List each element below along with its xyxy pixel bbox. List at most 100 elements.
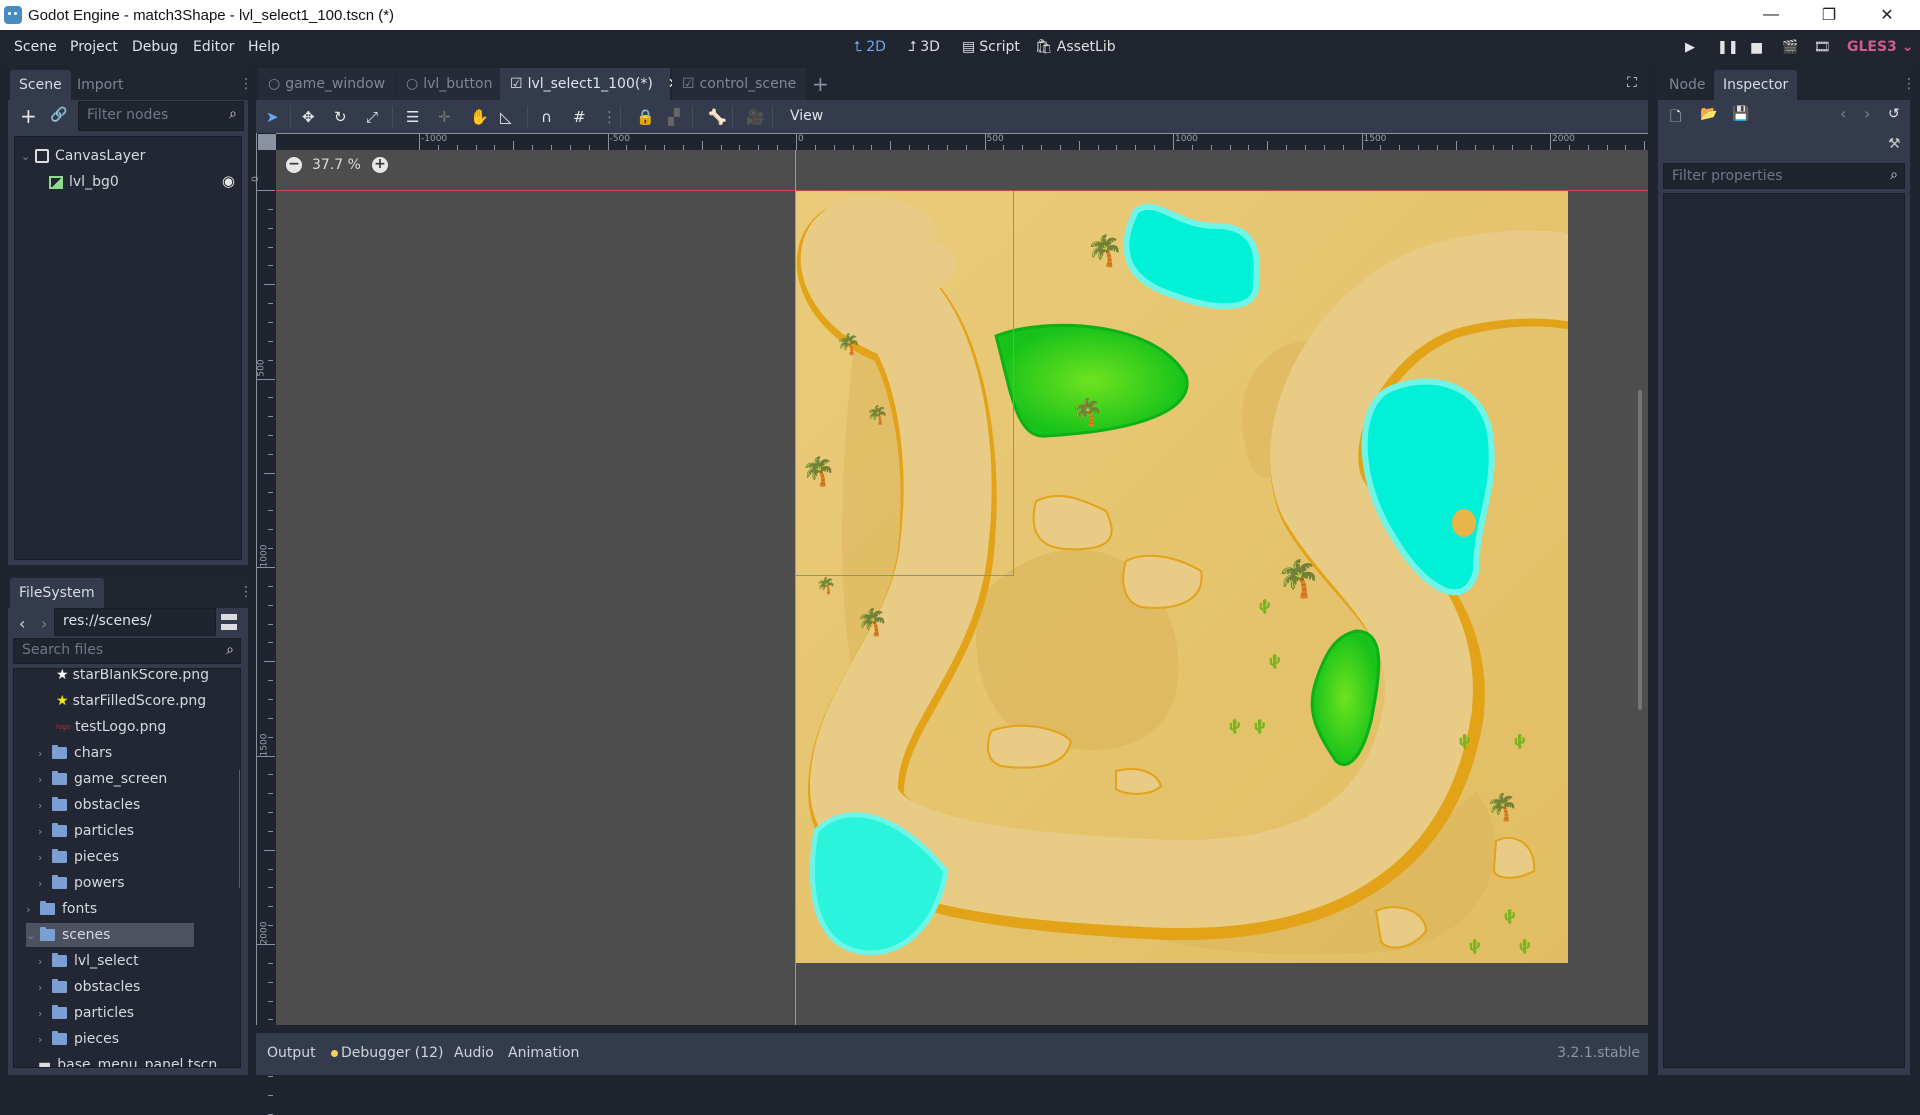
- stop-button[interactable]: ■: [1750, 40, 1763, 56]
- menu-project[interactable]: Project: [70, 39, 118, 55]
- chevron-right-icon[interactable]: ›: [38, 773, 52, 786]
- file-item[interactable]: › obstacles: [38, 975, 140, 999]
- chevron-right-icon[interactable]: ›: [38, 877, 52, 890]
- dock-menu-icon[interactable]: ⋮: [239, 76, 253, 92]
- chevron-right-icon[interactable]: ›: [38, 1033, 52, 1046]
- file-item[interactable]: › pieces: [38, 845, 119, 869]
- pause-button[interactable]: ❚❚: [1717, 40, 1739, 55]
- tab-node[interactable]: Node: [1660, 70, 1715, 100]
- add-node-button[interactable]: +: [20, 104, 37, 128]
- file-item[interactable]: › lvl_select: [38, 949, 139, 973]
- ruler-tool-icon[interactable]: ◺: [500, 108, 512, 126]
- play-button[interactable]: ▶: [1685, 40, 1695, 55]
- maximize-button[interactable]: ❐: [1806, 0, 1852, 30]
- select-tool-icon[interactable]: ➤: [266, 108, 279, 126]
- chevron-right-icon[interactable]: ›: [26, 903, 40, 916]
- view-menu[interactable]: View: [790, 108, 823, 124]
- filter-nodes-input[interactable]: Filter nodes ⌕: [78, 101, 244, 131]
- tab-output[interactable]: Output: [267, 1045, 316, 1061]
- play-custom-scene-button[interactable]: 🎞: [1814, 40, 1831, 55]
- snap-options-icon[interactable]: ⋮: [602, 108, 617, 126]
- workspace-assetlib-button[interactable]: 🛍 AssetLib: [1035, 39, 1116, 55]
- tab-lvl-select1-100[interactable]: ☑lvl_select1_100(*)✕: [500, 68, 680, 100]
- chevron-right-icon[interactable]: ›: [38, 747, 52, 760]
- vertical-scrollbar[interactable]: [1638, 390, 1642, 710]
- file-item[interactable]: › pieces: [38, 1027, 119, 1051]
- back-icon[interactable]: ‹: [19, 614, 25, 633]
- save-icon[interactable]: 💾: [1732, 106, 1749, 122]
- workspace-script-button[interactable]: ▤ Script: [962, 39, 1020, 55]
- tree-item-lvl-bg0[interactable]: lvl_bg0 ◉: [49, 170, 239, 194]
- tab-game-window[interactable]: ○ game_window: [258, 68, 396, 100]
- distraction-free-icon[interactable]: ⛶: [1627, 75, 1637, 91]
- zoom-level[interactable]: 37.7 %: [312, 157, 361, 173]
- tab-animation[interactable]: Animation: [508, 1045, 579, 1061]
- chevron-right-icon[interactable]: ›: [38, 981, 52, 994]
- new-resource-icon[interactable]: 🗋: [1670, 106, 1681, 130]
- menu-scene[interactable]: Scene: [14, 39, 57, 55]
- renderer-select[interactable]: GLES3 ⌄: [1847, 39, 1913, 55]
- workspace-3d-button[interactable]: ⮥ 3D: [908, 39, 940, 55]
- chevron-right-icon[interactable]: ›: [38, 851, 52, 864]
- file-item[interactable]: › fonts: [26, 897, 97, 921]
- pan-tool-icon[interactable]: ✋: [470, 108, 489, 126]
- canvas-viewport[interactable]: − 37.7 % + 🌴 🌴 🌴 🌴 🌴 🌴 🌴 🌴 🌴 🌵 🌵 🌵 🌵 🌵 🌵…: [276, 150, 1648, 1025]
- chevron-right-icon[interactable]: ›: [38, 955, 52, 968]
- grid-snap-icon[interactable]: #: [573, 108, 586, 126]
- camera-icon[interactable]: 🎥: [746, 108, 765, 126]
- path-input[interactable]: res://scenes/: [54, 608, 216, 636]
- workspace-2d-button[interactable]: ⮤ 2D: [854, 39, 886, 55]
- tree-item-canvaslayer[interactable]: ⌄ CanvasLayer: [21, 144, 145, 168]
- file-item[interactable]: logo testLogo.png: [56, 715, 166, 739]
- list-select-icon[interactable]: ☰: [406, 108, 419, 126]
- file-item[interactable]: ▬ base_menu_panel.tscn: [38, 1053, 217, 1067]
- link-icon[interactable]: 🔗: [50, 107, 67, 123]
- visibility-eye-icon[interactable]: ◉: [222, 172, 235, 190]
- group-icon[interactable]: ▞: [668, 108, 680, 126]
- file-item[interactable]: › obstacles: [38, 793, 140, 817]
- zoom-in-button[interactable]: +: [372, 157, 388, 173]
- file-item[interactable]: › game_screen: [38, 767, 167, 791]
- tools-icon[interactable]: ⚒: [1888, 136, 1901, 152]
- tab-debugger[interactable]: Debugger (12): [331, 1045, 443, 1061]
- file-item[interactable]: › powers: [38, 871, 125, 895]
- tab-lvl-button[interactable]: ○ lvl_button: [396, 68, 503, 100]
- menu-debug[interactable]: Debug: [132, 39, 178, 55]
- smart-snap-icon[interactable]: ∩: [541, 108, 552, 126]
- tab-filesystem[interactable]: FileSystem: [10, 578, 104, 608]
- file-item[interactable]: › chars: [38, 741, 112, 765]
- play-scene-button[interactable]: 🎬: [1782, 40, 1798, 55]
- chevron-down-icon[interactable]: ⌄: [26, 929, 40, 942]
- scrollbar[interactable]: [239, 769, 240, 889]
- file-item[interactable]: ⌄ scenes: [26, 923, 194, 947]
- chevron-right-icon[interactable]: ›: [38, 1007, 52, 1020]
- rotate-tool-icon[interactable]: ↻: [334, 108, 347, 126]
- move-tool-icon[interactable]: ✥: [302, 108, 315, 126]
- tab-inspector[interactable]: Inspector: [1714, 70, 1798, 100]
- forward-icon[interactable]: ›: [41, 614, 47, 633]
- file-item[interactable]: ★ starBlankScore.png: [56, 669, 209, 687]
- file-item[interactable]: › particles: [38, 1001, 134, 1025]
- dock-menu-icon[interactable]: ⋮: [1902, 76, 1916, 92]
- chevron-right-icon[interactable]: ›: [38, 825, 52, 838]
- search-files-input[interactable]: Search files ⌕: [13, 638, 241, 664]
- close-button[interactable]: ✕: [1864, 0, 1910, 30]
- open-folder-icon[interactable]: 📂: [1700, 106, 1717, 122]
- menu-help[interactable]: Help: [248, 39, 280, 55]
- minimize-button[interactable]: —: [1748, 0, 1794, 30]
- history-icon[interactable]: ↺: [1888, 106, 1900, 122]
- tab-import[interactable]: Import: [68, 70, 132, 100]
- tab-control-scene[interactable]: ☑ control_scene: [672, 68, 807, 100]
- toggle-split-icon[interactable]: [221, 614, 237, 630]
- zoom-out-button[interactable]: −: [286, 157, 302, 173]
- tab-audio[interactable]: Audio: [454, 1045, 494, 1061]
- scale-tool-icon[interactable]: ⤢: [366, 108, 378, 126]
- filter-properties-input[interactable]: Filter properties ⌕: [1663, 163, 1905, 189]
- history-forward-icon[interactable]: ›: [1864, 104, 1870, 123]
- dock-menu-icon[interactable]: ⋮: [239, 584, 253, 600]
- file-item[interactable]: ★ starFilledScore.png: [56, 689, 206, 713]
- history-back-icon[interactable]: ‹: [1840, 104, 1846, 123]
- chevron-right-icon[interactable]: ›: [38, 799, 52, 812]
- file-item[interactable]: › particles: [38, 819, 134, 843]
- bone-icon[interactable]: 🦴: [708, 108, 727, 126]
